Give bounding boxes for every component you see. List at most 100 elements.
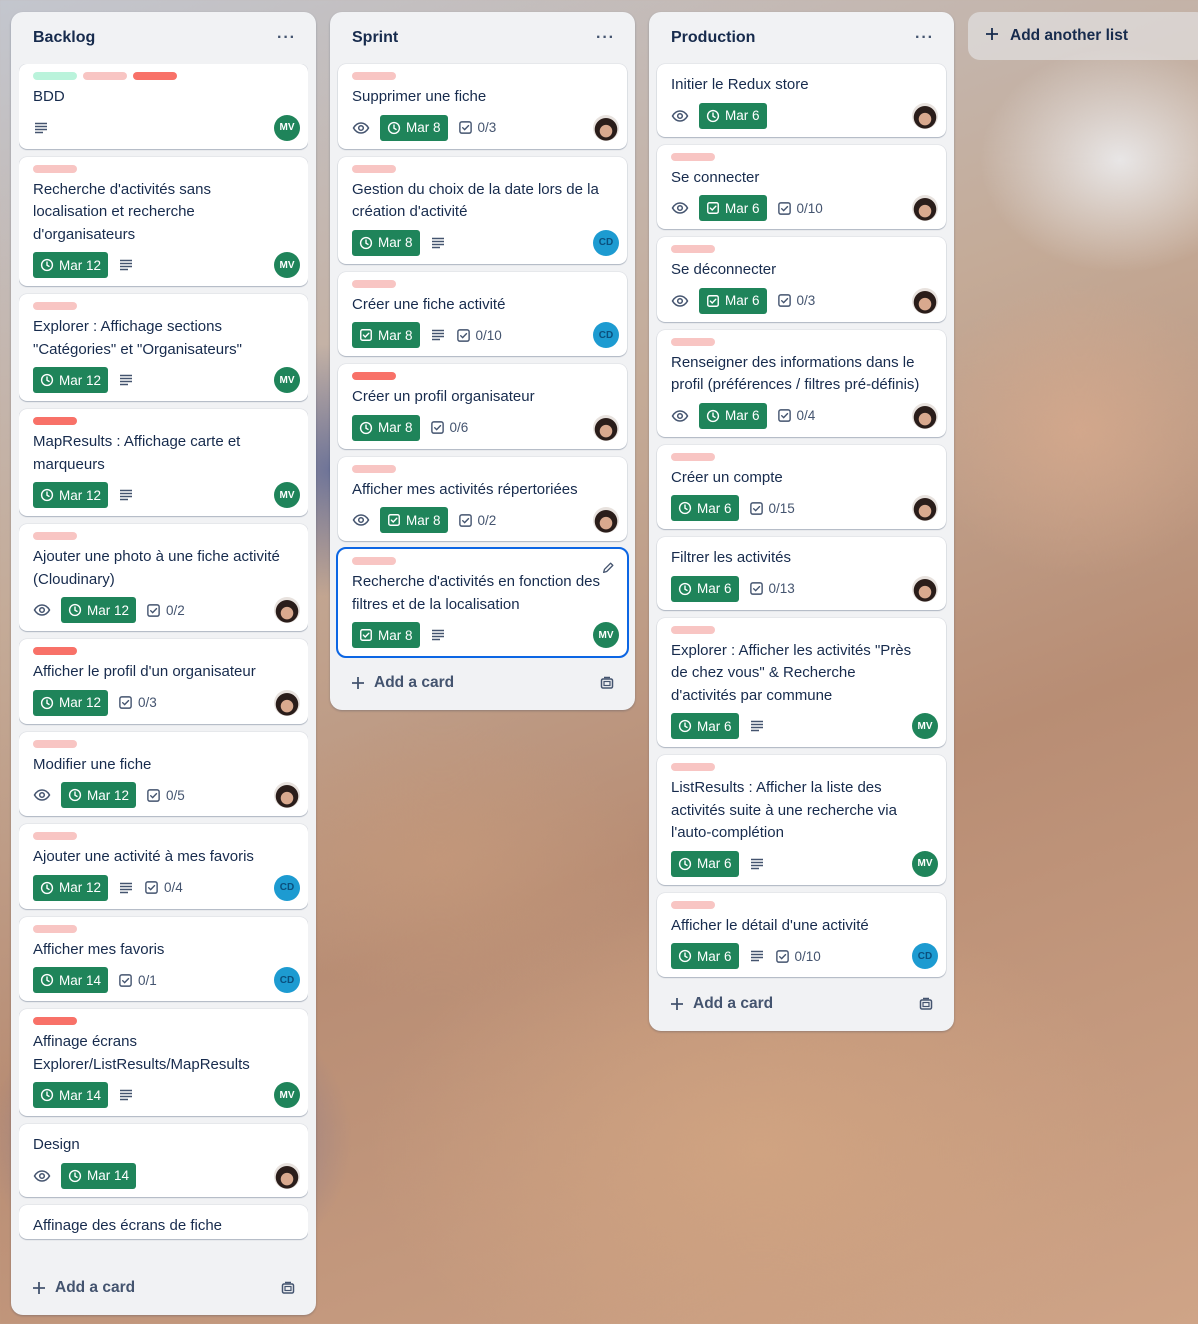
card[interactable]: Se connecter Mar 6 0/10: [657, 144, 946, 229]
card[interactable]: Affinage écrans Explorer/ListResults/Map…: [19, 1009, 308, 1116]
avatar-initials[interactable]: MV: [274, 114, 300, 141]
card[interactable]: BDD MV: [19, 64, 308, 149]
card[interactable]: Modifier une fiche Mar 12 0/5: [19, 731, 308, 816]
label-light-pink[interactable]: [33, 164, 77, 173]
label-light-pink[interactable]: [671, 337, 715, 346]
avatar-initials[interactable]: MV: [912, 713, 938, 739]
due-date-badge[interactable]: Mar 12: [33, 482, 109, 508]
create-from-template-icon[interactable]: [280, 1280, 296, 1296]
list-menu-icon[interactable]: ···: [277, 29, 296, 47]
avatar-photo[interactable]: [593, 414, 619, 441]
due-date-badge[interactable]: Mar 8: [352, 229, 420, 256]
card[interactable]: Ajouter une photo à une fiche activité (…: [19, 524, 308, 631]
label-light-pink[interactable]: [352, 164, 396, 173]
card[interactable]: ListResults : Afficher la liste des acti…: [657, 755, 946, 885]
card[interactable]: Explorer : Afficher les activités "Près …: [657, 617, 946, 747]
card[interactable]: Filtrer les activités Mar 6 0/13: [657, 537, 946, 610]
list-title[interactable]: Production: [671, 29, 755, 47]
due-date-badge[interactable]: Mar 6: [671, 495, 739, 521]
label-red[interactable]: [33, 647, 77, 655]
create-from-template-icon[interactable]: [918, 996, 934, 1012]
due-date-badge[interactable]: Mar 6: [699, 195, 767, 221]
list-menu-icon[interactable]: ···: [596, 29, 615, 47]
list-menu-icon[interactable]: ···: [915, 29, 934, 47]
avatar-photo[interactable]: [274, 689, 300, 716]
label-light-pink[interactable]: [83, 72, 127, 80]
due-date-badge[interactable]: Mar 6: [671, 713, 739, 739]
card[interactable]: Créer un profil organisateur Mar 8 0/6: [338, 364, 627, 449]
due-date-badge[interactable]: Mar 14: [33, 1082, 109, 1108]
card[interactable]: Design Mar 14: [19, 1124, 308, 1197]
avatar-initials[interactable]: MV: [274, 482, 300, 508]
card[interactable]: Créer une fiche activité Mar 8 0/10 CD: [338, 271, 627, 356]
card[interactable]: Affinage des écrans de fiche: [19, 1204, 308, 1239]
avatar-photo[interactable]: [274, 1162, 300, 1189]
due-date-badge[interactable]: Mar 8: [380, 114, 448, 141]
label-light-pink[interactable]: [33, 302, 77, 310]
label-green[interactable]: [33, 72, 77, 80]
avatar-photo[interactable]: [912, 287, 938, 314]
add-card-button[interactable]: Add a card: [350, 674, 454, 692]
label-light-pink[interactable]: [671, 152, 715, 161]
card[interactable]: Explorer : Affichage sections "Catégorie…: [19, 294, 308, 401]
card[interactable]: Recherche d'activités sans localisation …: [19, 156, 308, 286]
add-another-list-button[interactable]: Add another list: [968, 12, 1198, 60]
list-title[interactable]: Sprint: [352, 29, 398, 47]
due-date-badge[interactable]: Mar 12: [33, 689, 109, 716]
card[interactable]: Afficher mes activités répertoriées Mar 8…: [338, 456, 627, 541]
avatar-photo[interactable]: [593, 114, 619, 141]
avatar-photo[interactable]: [912, 195, 938, 221]
label-light-pink[interactable]: [352, 557, 396, 565]
label-light-pink[interactable]: [33, 832, 77, 840]
label-red[interactable]: [133, 72, 177, 80]
label-light-pink[interactable]: [33, 739, 77, 748]
card[interactable]: Se déconnecter Mar 6 0/3: [657, 237, 946, 322]
label-light-pink[interactable]: [352, 72, 396, 80]
due-date-badge[interactable]: Mar 6: [671, 943, 739, 969]
due-date-badge[interactable]: Mar 12: [33, 252, 109, 278]
avatar-initials[interactable]: MV: [912, 850, 938, 877]
avatar-initials[interactable]: CD: [593, 322, 619, 348]
card[interactable]: Afficher mes favoris Mar 14 0/1 CD: [19, 916, 308, 1001]
avatar-initials[interactable]: CD: [912, 943, 938, 969]
label-light-pink[interactable]: [671, 900, 715, 909]
edit-pencil-icon[interactable]: [601, 561, 615, 580]
add-card-button[interactable]: Add a card: [669, 995, 773, 1013]
label-light-pink[interactable]: [352, 464, 396, 473]
due-date-badge[interactable]: Mar 8: [352, 322, 420, 348]
avatar-photo[interactable]: [912, 495, 938, 521]
card[interactable]: Supprimer une fiche Mar 8 0/3: [338, 64, 627, 149]
label-light-pink[interactable]: [33, 924, 77, 933]
add-card-button[interactable]: Add a card: [31, 1279, 135, 1297]
label-red[interactable]: [352, 372, 396, 380]
label-red[interactable]: [33, 417, 77, 425]
card[interactable]: Créer un compte Mar 6 0/15: [657, 444, 946, 529]
avatar-photo[interactable]: [912, 575, 938, 602]
avatar-photo[interactable]: [912, 402, 938, 429]
create-from-template-icon[interactable]: [599, 675, 615, 691]
due-date-badge[interactable]: Mar 12: [33, 874, 109, 901]
card[interactable]: Initier le Redux store Mar 6: [657, 64, 946, 137]
label-light-pink[interactable]: [352, 279, 396, 288]
avatar-initials[interactable]: MV: [274, 1082, 300, 1108]
avatar-photo[interactable]: [593, 507, 619, 533]
avatar-photo[interactable]: [912, 102, 938, 129]
card[interactable]: MapResults : Affichage carte et marqueur…: [19, 409, 308, 516]
label-light-pink[interactable]: [33, 532, 77, 540]
avatar-initials[interactable]: CD: [593, 229, 619, 256]
due-date-badge[interactable]: Mar 12: [33, 367, 109, 393]
avatar-initials[interactable]: MV: [274, 367, 300, 393]
due-date-badge[interactable]: Mar 12: [61, 782, 137, 808]
card[interactable]: Afficher le détail d'une activité Mar 6 0/…: [657, 892, 946, 977]
due-date-badge[interactable]: Mar 8: [352, 622, 420, 648]
list-title[interactable]: Backlog: [33, 29, 95, 47]
card[interactable]: Gestion du choix de la date lors de la c…: [338, 156, 627, 264]
due-date-badge[interactable]: Mar 14: [33, 967, 109, 993]
due-date-badge[interactable]: Mar 6: [699, 402, 767, 429]
avatar-initials[interactable]: CD: [274, 967, 300, 993]
label-light-pink[interactable]: [671, 763, 715, 771]
card[interactable]: Renseigner des informations dans le prof…: [657, 329, 946, 437]
due-date-badge[interactable]: Mar 8: [352, 414, 420, 441]
avatar-photo[interactable]: [274, 782, 300, 808]
label-light-pink[interactable]: [671, 245, 715, 253]
